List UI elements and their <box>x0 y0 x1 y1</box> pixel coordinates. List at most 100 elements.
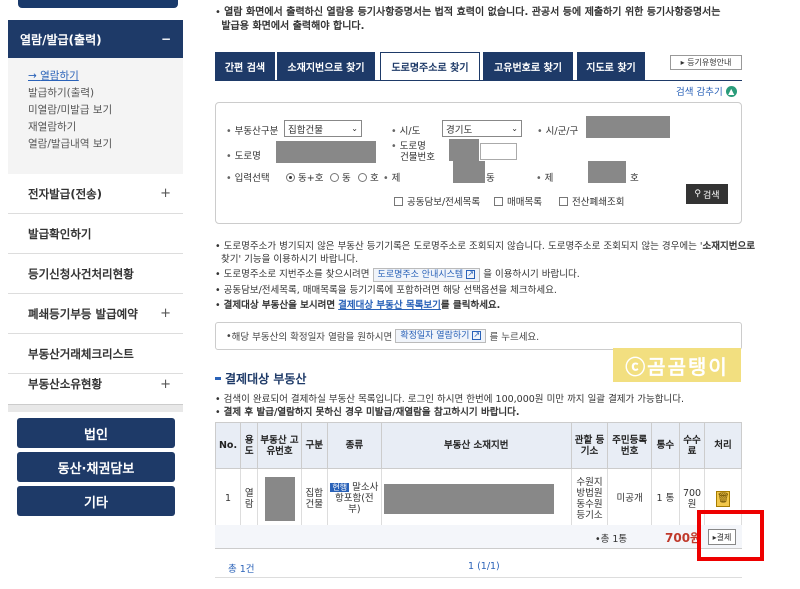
fixed-date-text-end: 를 누르세요. <box>489 332 540 343</box>
radio-label: 동 <box>342 173 351 184</box>
sido-select[interactable]: 경기도 ⌄ <box>442 120 522 137</box>
tab-simple-search[interactable]: 간편 검색 <box>215 52 275 80</box>
section-title: 결제대상 부동산 <box>215 370 306 387</box>
submenu-review[interactable]: 재열람하기 <box>28 119 183 136</box>
input-select-label: 입력선택 <box>226 170 270 184</box>
realty-type-value: 집합건물 <box>288 124 323 136</box>
collapse-icon[interactable]: − <box>161 32 171 46</box>
sido-value: 경기도 <box>446 124 473 136</box>
ho-prefix-label: 제 <box>536 170 554 184</box>
col-type: 종류 <box>326 422 382 469</box>
col-copies: 통수 <box>650 422 681 469</box>
radio-icon <box>330 172 339 182</box>
col-office: 관할 등기소 <box>570 422 609 469</box>
sidebar-item-case-status[interactable]: 등기신청사건처리현황 <box>8 254 183 294</box>
sidebar-item-label: 폐쇄등기부등 발급예약 <box>28 306 138 321</box>
submenu-view[interactable]: 열람하기 <box>28 68 183 85</box>
note-road-address: 도로명주소가 병기되지 않은 부동산 등기기록은 도로명주소로 조회되지 않습니… <box>215 240 755 266</box>
chevron-down-icon: ⌄ <box>351 124 358 133</box>
pagination[interactable]: 1 (1/1) <box>468 561 500 572</box>
checkbox-sales-list[interactable]: 매매목록 <box>494 194 542 208</box>
building-sub-no-input[interactable] <box>480 143 517 160</box>
cell-kind: 집합건물 <box>300 468 328 529</box>
search-icon: ⚲ <box>694 189 702 199</box>
plus-icon[interactable]: + <box>160 186 171 201</box>
tab-road-address[interactable]: 도로명주소로 찾기 <box>380 52 480 81</box>
address-redacted <box>383 483 554 514</box>
notice-line-2: 발급용 화면에서 출력해야 합니다. <box>221 21 365 32</box>
chevron-up-icon: ▲ <box>725 85 737 97</box>
hide-search-label: 검색 감추기 <box>676 87 723 98</box>
trash-icon[interactable]: 🗑 <box>716 490 731 507</box>
watermark: ⓒ곰곰탱이 <box>613 348 741 382</box>
dong-redacted[interactable] <box>453 161 485 183</box>
radio-dong[interactable]: 동 <box>330 170 351 184</box>
cell-use: 열람 <box>240 468 259 529</box>
registry-type-guide-button[interactable]: ▸ 등기유형안내 <box>670 55 742 70</box>
sidebar-item-e-issue[interactable]: 전자발급(전송) + <box>8 174 183 214</box>
section-note-2: 결제 후 발급/열람하지 못하신 경우 미발급/재열람을 참고하시기 바랍니다. <box>215 406 755 419</box>
radio-ho[interactable]: 호 <box>358 170 379 184</box>
sidebar-item-label: 부동산거래체크리스트 <box>28 346 134 361</box>
road-address-system-button[interactable]: 도로명주소 안내시스템 <box>372 268 481 282</box>
sidebar-button-corporation[interactable]: 법인 <box>17 418 175 448</box>
cell-copies: 1 통 <box>650 468 681 529</box>
realty-type-select[interactable]: 집합건물 ⌄ <box>284 120 362 137</box>
dong-suffix-label: 동 <box>486 173 495 184</box>
checkbox-label: 공동담보/전세목록 <box>407 197 481 208</box>
tab-lot-number[interactable]: 소재지번으로 찾기 <box>277 52 375 80</box>
cell-type: 현행 말소사항포함(전부) <box>326 468 382 529</box>
sigungu-label: 시/군/구 <box>537 123 579 137</box>
plus-icon[interactable]: + <box>160 306 171 321</box>
checkbox-icon <box>559 196 568 206</box>
sidebar-button-etc[interactable]: 기타 <box>17 486 175 516</box>
sidebar-button-movable-claims[interactable]: 동산·채권담보 <box>17 452 175 482</box>
fixed-date-view-button[interactable]: 확정일자 열람하기 <box>395 329 487 343</box>
plus-icon[interactable]: + <box>160 377 171 392</box>
table-header-row: No. 용도 부동산 고유번호 구분 종류 부동산 소재지번 관할 등기소 주민… <box>214 422 742 469</box>
ho-suffix-label: 호 <box>630 173 639 184</box>
sidebar-item-label: 등기신청사건처리현황 <box>28 266 134 281</box>
submenu-issue[interactable]: 발급하기(출력) <box>28 85 183 102</box>
section-title-text: 결제대상 부동산 <box>225 372 307 386</box>
ho-redacted[interactable] <box>588 161 626 183</box>
col-use: 용도 <box>240 422 259 469</box>
checkbox-joint-collateral[interactable]: 공동담보/전세목록 <box>394 194 480 208</box>
sidebar: 열람/발급(출력) − 열람하기 발급하기(출력) 미열람/미발급 보기 재열람… <box>0 0 190 589</box>
road-name-redacted[interactable] <box>276 141 376 163</box>
payment-list-link[interactable]: 결제대상 부동산 목록보기 <box>338 300 441 311</box>
chevron-down-icon: ⌄ <box>511 124 518 133</box>
sidebar-item-label: 전자발급(전송) <box>28 186 102 201</box>
sidebar-menu-label: 열람/발급(출력) <box>20 32 102 47</box>
checkbox-icon <box>494 196 503 206</box>
notice-line-1: • 열람 화면에서 출력하신 열람용 등기사항증명서는 법적 효력이 없습니다.… <box>215 7 721 18</box>
search-button[interactable]: ⚲ 검색 <box>686 184 728 204</box>
footer-divider <box>215 577 742 578</box>
radio-icon <box>286 172 295 182</box>
col-no: No. <box>214 422 242 469</box>
sidebar-top-cut <box>18 0 178 8</box>
col-address: 부동산 소재지번 <box>380 422 572 469</box>
note-payment-list: 결제대상 부동산을 보시려면 결제대상 부동산 목록보기를 클릭하세요. <box>215 299 755 312</box>
building-no-redacted[interactable] <box>449 139 479 161</box>
search-form: 부동산구분 집합건물 ⌄ 시/도 경기도 ⌄ 시/군/구 도로명 도로명 건물번… <box>215 102 742 224</box>
sidebar-item-ownership[interactable]: 부동산소유현황 + <box>8 364 183 404</box>
sigungu-redacted[interactable] <box>586 116 670 138</box>
radio-label: 동+호 <box>298 173 324 184</box>
sidebar-divider <box>8 404 183 412</box>
sidebar-item-closed-reservation[interactable]: 폐쇄등기부등 발급예약 + <box>8 294 183 334</box>
search-tabs: 간편 검색 소재지번으로 찾기 도로명주소로 찾기 고유번호로 찾기 지도로 찾… <box>215 52 742 81</box>
sidebar-item-verify[interactable]: 발급확인하기 <box>8 214 183 254</box>
radio-dong-ho[interactable]: 동+호 <box>286 170 323 184</box>
tab-map[interactable]: 지도로 찾기 <box>577 52 645 80</box>
submenu-history[interactable]: 열람/발급내역 보기 <box>28 136 183 153</box>
hide-search-toggle[interactable]: 검색 감추기 ▲ <box>676 84 737 98</box>
checkbox-closed-lookup[interactable]: 전산폐쇄조회 <box>559 194 624 208</box>
note-lot-lookup: 도로명주소로 지번주소를 찾으시려면 도로명주소 안내시스템 을 이용하시기 바… <box>215 268 755 282</box>
cell-resident-no: 미공개 <box>607 468 652 529</box>
total-row: •총 1통 700원 ▸결제 <box>215 525 742 549</box>
col-action: 처리 <box>704 422 742 469</box>
submenu-unviewed[interactable]: 미열람/미발급 보기 <box>28 102 183 119</box>
tab-unique-number[interactable]: 고유번호로 찾기 <box>483 52 573 80</box>
sidebar-menu-issue-print[interactable]: 열람/발급(출력) − <box>8 20 183 58</box>
